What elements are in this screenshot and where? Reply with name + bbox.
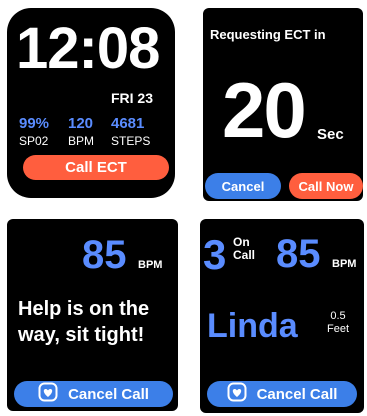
cancel-call-label: Cancel Call [68,385,149,403]
help-watch-screen: 85 BPM Help is on the way, sit tight! Ca… [7,219,178,411]
clock-time: 12:08 [16,16,160,81]
call-now-button[interactable]: Call Now [289,173,363,199]
bpm-value: 120 [68,115,94,132]
steps-label: STEPS [111,134,151,148]
cancel-call-button[interactable]: Cancel Call [14,381,173,407]
distance-unit: Feet [327,323,350,335]
oncall-watch-screen: 3 On Call 85 BPM Linda 0.5 Feet Cancel C… [200,219,364,413]
clock-date: FRI 23 [110,90,153,106]
shield-heart-icon [38,382,58,406]
cancel-call-button[interactable]: Cancel Call [207,381,357,407]
heart-rate-unit: BPM [332,258,357,270]
heart-rate-value: 85 [82,233,127,277]
shield-heart-icon [227,382,247,406]
request-watch-screen: Requesting ECT in 20 Sec Cancel Call Now [203,8,363,201]
on-call-label-line2: Call [233,248,256,262]
responder-name: Linda [207,307,298,345]
help-message-line1: Help is on the [18,298,150,320]
heart-rate-value: 85 [276,232,321,276]
spo2-label: SP02 [19,134,49,148]
on-call-label: On Call [233,236,255,262]
steps-value: 4681 [111,115,145,132]
on-call-count: 3 [203,231,227,278]
cancel-call-label: Cancel Call [256,385,338,403]
cancel-button[interactable]: Cancel [205,173,281,199]
responder-distance: 0.5 Feet [327,310,349,336]
spo2-value: 99% [19,115,50,132]
help-message: Help is on the way, sit tight! [18,296,149,348]
clock-watch-screen: 12:08 FRI 23 99% SP02 120 BPM 4681 STEPS… [7,8,175,198]
call-ect-button[interactable]: Call ECT [23,155,169,180]
heart-rate-unit: BPM [138,259,163,271]
countdown-value: 20 [222,66,307,154]
distance-value: 0.5 [330,310,346,322]
help-message-line2: way, sit tight! [18,324,145,346]
countdown-unit: Sec [317,126,344,143]
bpm-label: BPM [68,134,95,148]
request-title: Requesting ECT in [210,27,326,42]
